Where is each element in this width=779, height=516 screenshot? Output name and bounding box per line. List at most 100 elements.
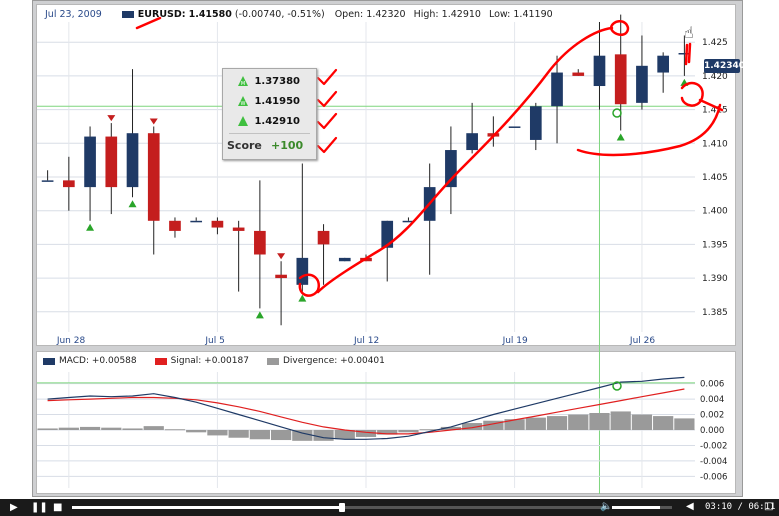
divergence-bar — [122, 428, 143, 430]
score-value: +100 — [271, 139, 304, 152]
divergence-bar — [186, 430, 207, 433]
candle-body — [593, 55, 606, 87]
volume-icon[interactable]: ◀ — [686, 501, 694, 512]
fullscreen-icon[interactable]: □ — [764, 501, 773, 512]
buy-marker — [86, 223, 95, 231]
y-tick-label: 1.420 — [702, 72, 728, 82]
candle-body — [466, 133, 478, 151]
score-row: 1.42910 — [223, 111, 316, 131]
score-row: W 1.41950 — [223, 91, 316, 111]
divergence-bar — [674, 418, 695, 430]
x-tick-label: Jul 5 — [204, 336, 224, 346]
candle-body — [169, 220, 181, 231]
progress-fill — [72, 506, 343, 509]
chart-canvas: 1.3851.3901.3951.4001.4051.4101.4151.420… — [37, 14, 728, 494]
sell-marker — [107, 115, 116, 122]
pause-icon[interactable]: ❚❚ — [31, 502, 48, 513]
candle-body — [84, 136, 96, 188]
score-row: M 1.37380 — [223, 71, 316, 91]
buy-marker — [616, 133, 625, 141]
candle-body — [254, 230, 266, 255]
sell-marker — [277, 253, 286, 260]
divergence-bar — [334, 430, 355, 440]
candle-body — [317, 230, 330, 245]
hand-cursor-icon: ☝ — [684, 23, 694, 42]
y-tick-label: 1.425 — [702, 38, 728, 48]
annotation-trend-line — [316, 26, 614, 294]
divergence-bar — [101, 427, 122, 430]
annotation-underline — [135, 16, 162, 30]
divergence-bar — [37, 428, 58, 430]
candle-body — [445, 150, 457, 188]
y-tick-label: 1.390 — [702, 274, 728, 284]
candle-body — [551, 72, 563, 107]
x-tick-label: Jun 28 — [56, 336, 86, 346]
divergence-bar — [525, 417, 546, 430]
progress-bar[interactable] — [72, 503, 602, 512]
candle-body — [105, 136, 118, 188]
score-row-value: 1.37380 — [254, 75, 300, 87]
green-circle-marker — [612, 108, 622, 118]
score-label: Score — [227, 139, 262, 152]
candle-body — [275, 274, 287, 279]
divergence-bar — [58, 427, 79, 430]
buy-marker — [128, 200, 137, 208]
y-tick-label: -0.002 — [700, 441, 727, 451]
divergence-bar — [79, 426, 101, 430]
divergence-bar — [207, 430, 228, 436]
candle-body — [211, 220, 224, 228]
y-tick-label: 1.410 — [702, 139, 728, 149]
x-tick-label: Jul 26 — [629, 336, 655, 346]
svg-text:M: M — [241, 81, 245, 87]
volume-fill — [612, 506, 660, 509]
candle-body — [572, 72, 585, 76]
divergence-bar — [568, 414, 589, 430]
speaker-icon[interactable]: 🔈 — [600, 501, 612, 512]
y-tick-label: 0.006 — [700, 380, 724, 390]
divergence-bar — [143, 426, 164, 430]
divergence-bar — [228, 430, 249, 438]
divergence-bar — [610, 411, 631, 430]
y-tick-label: -0.004 — [700, 457, 727, 467]
green-triangle-w-icon: W — [238, 96, 248, 107]
candle-body — [190, 220, 203, 223]
play-icon[interactable]: ▶ — [10, 502, 18, 513]
annotation-checkmark — [316, 90, 338, 108]
buy-marker — [255, 311, 264, 319]
player-controls: ▶ ❚❚ ■ 🔈 ◀ 03:10 / 06:11 □ — [0, 499, 779, 516]
green-triangle-m-icon: M — [238, 76, 248, 87]
divergence-bar — [270, 430, 292, 441]
candle-body — [232, 227, 245, 231]
candle-body — [508, 126, 521, 128]
divergence-bar — [164, 429, 186, 431]
y-tick-label: 1.405 — [702, 173, 728, 183]
y-tick-label: -0.006 — [700, 472, 727, 482]
y-tick-label: 1.385 — [702, 308, 728, 318]
svg-text:W: W — [241, 101, 246, 107]
score-box: M 1.37380 W 1.41950 1.42910 Score +100 — [222, 68, 317, 160]
candle-body — [338, 257, 351, 262]
video-player: Jul 23, 2009 EURUSD: 1.41580 (-0.00740, … — [0, 0, 779, 516]
divergence-bar — [398, 430, 419, 433]
x-tick-label: Jul 19 — [502, 336, 528, 346]
candle-body — [614, 54, 627, 105]
candle-body — [126, 133, 139, 188]
candle-body — [296, 257, 309, 285]
divergence-bar — [589, 412, 610, 430]
y-tick-label: 1.395 — [702, 240, 728, 250]
y-tick-label: 0.004 — [700, 395, 724, 405]
candle-body — [529, 106, 542, 140]
y-tick-label: 1.400 — [702, 207, 728, 217]
divergence-bar — [249, 430, 270, 440]
candle-body — [41, 180, 54, 182]
candle-body — [147, 133, 160, 221]
annotation-checkmark — [316, 136, 338, 154]
annotation-circle-high — [609, 20, 630, 36]
divergence-bar — [313, 430, 334, 441]
progress-scrubber[interactable] — [339, 503, 346, 512]
volume-slider[interactable] — [612, 506, 672, 509]
green-triangle-icon — [238, 116, 248, 126]
divergence-bar — [546, 416, 568, 430]
stop-icon[interactable]: ■ — [53, 502, 62, 513]
candle-body — [63, 180, 75, 188]
